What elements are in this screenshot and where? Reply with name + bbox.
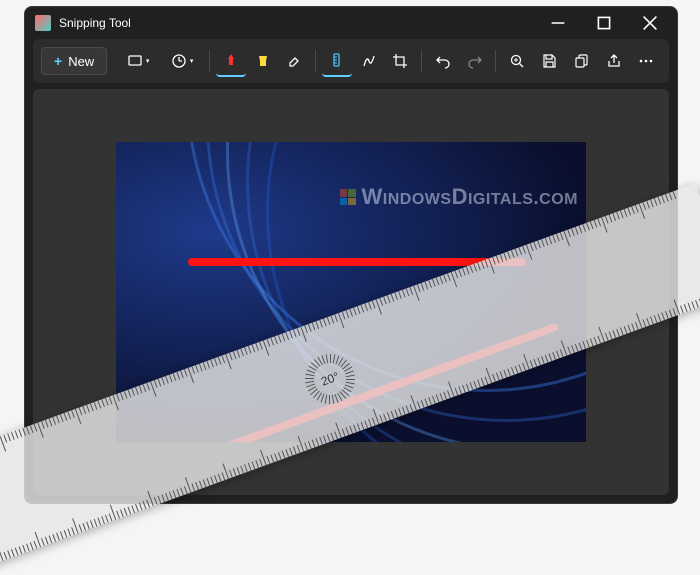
pen-tool[interactable] (216, 45, 246, 77)
copy-button[interactable] (566, 45, 596, 77)
windows-logo-icon (340, 189, 356, 205)
divider (495, 50, 496, 72)
chevron-down-icon: ▾ (146, 57, 150, 65)
eraser-tool[interactable] (279, 45, 309, 77)
touch-writing-tool[interactable] (354, 45, 384, 77)
snip-mode-dropdown[interactable]: ▾ (117, 45, 159, 77)
plus-icon: + (54, 53, 62, 69)
titlebar: Snipping Tool (25, 7, 677, 39)
close-button[interactable] (627, 7, 673, 39)
minimize-button[interactable] (535, 7, 581, 39)
highlighter-tool[interactable] (248, 45, 278, 77)
window-title: Snipping Tool (59, 16, 131, 30)
chevron-down-icon: ▾ (190, 57, 194, 65)
divider (209, 50, 210, 72)
crop-tool[interactable] (385, 45, 415, 77)
divider (421, 50, 422, 72)
save-button[interactable] (534, 45, 564, 77)
zoom-button[interactable] (502, 45, 532, 77)
divider (315, 50, 316, 72)
angle-indicator: 20° (298, 347, 362, 411)
redo-button[interactable] (460, 45, 490, 77)
ruler-tool[interactable] (322, 45, 352, 77)
undo-button[interactable] (428, 45, 458, 77)
toolbar: + New ▾ ▾ (33, 39, 669, 83)
delay-dropdown[interactable]: ▾ (161, 45, 203, 77)
app-icon (35, 15, 51, 31)
new-button[interactable]: + New (41, 47, 107, 75)
watermark: WINDOWSDIGITALS.COM (340, 184, 578, 210)
share-button[interactable] (600, 45, 630, 77)
maximize-button[interactable] (581, 7, 627, 39)
new-button-label: New (68, 54, 94, 69)
more-button[interactable] (631, 45, 661, 77)
